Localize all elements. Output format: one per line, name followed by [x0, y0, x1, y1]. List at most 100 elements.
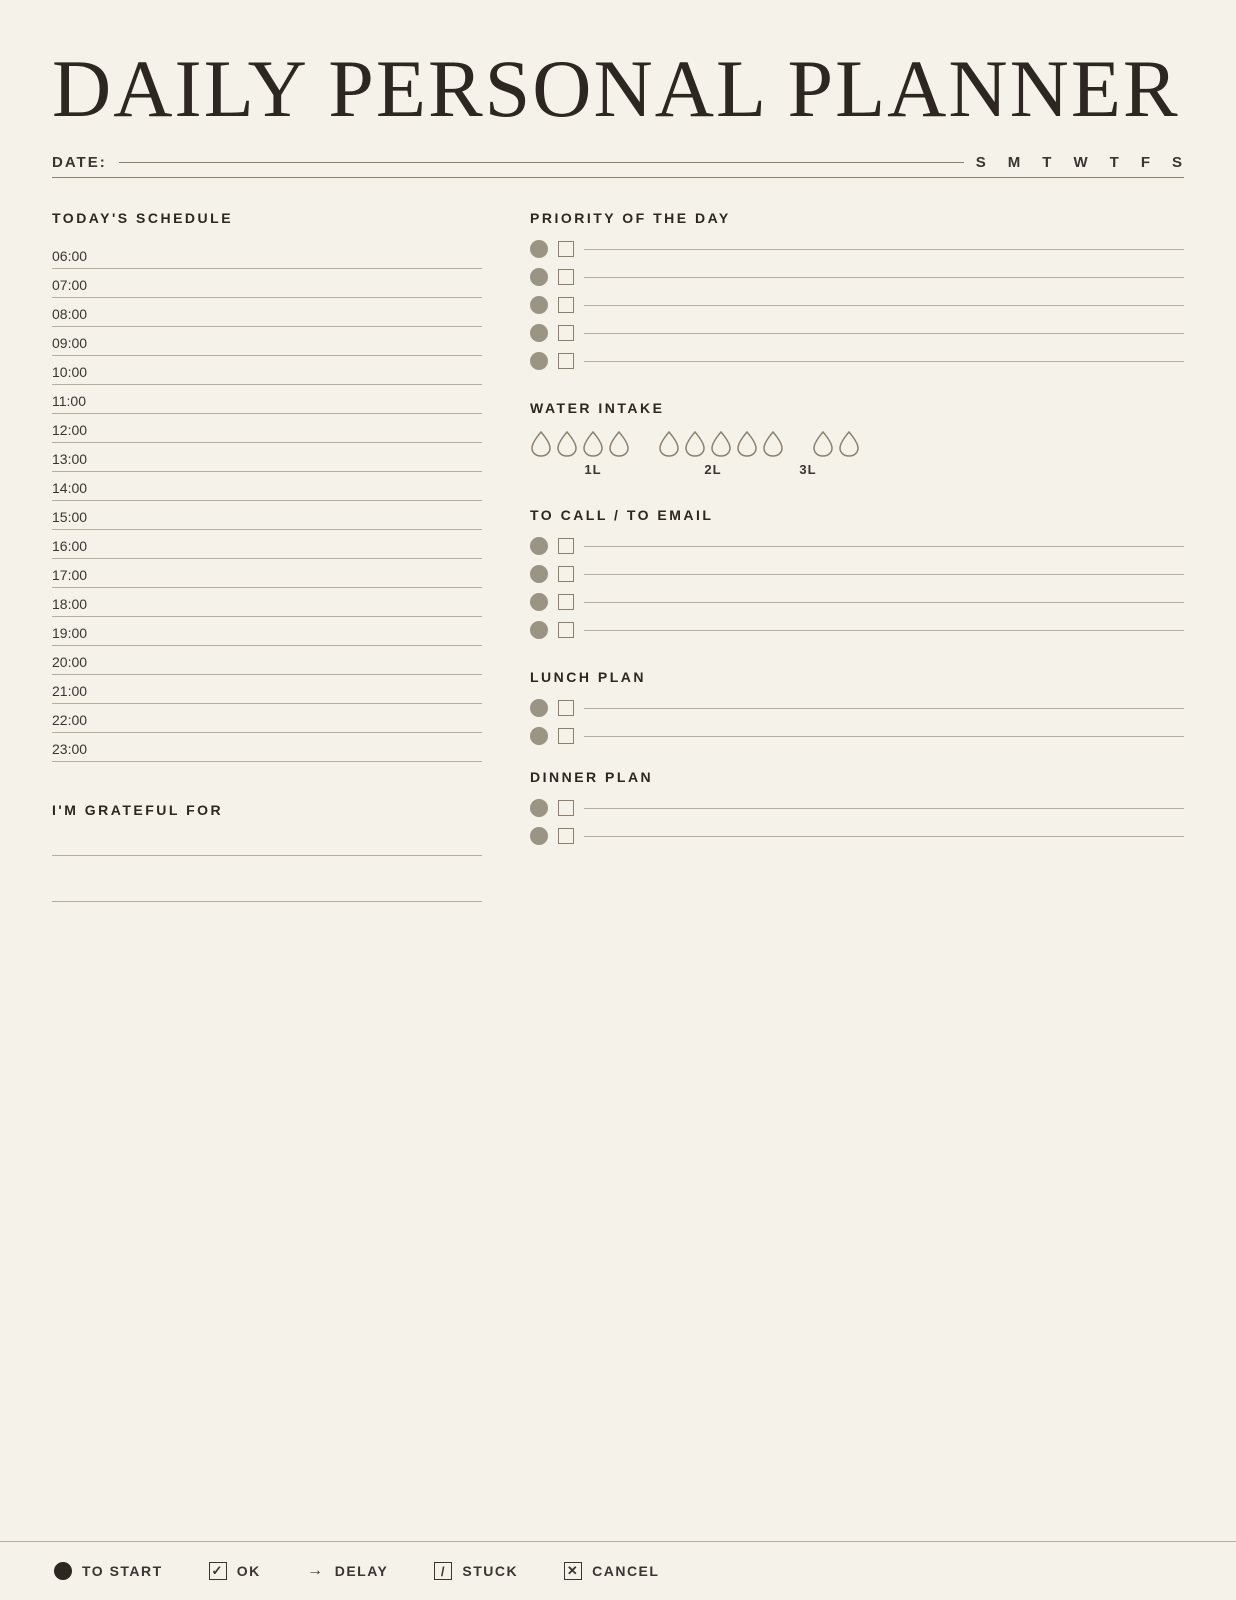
water-drop: [658, 430, 680, 458]
check-row: [530, 727, 1184, 745]
legend-delay: → DELAY: [305, 1560, 389, 1582]
check-row: [530, 799, 1184, 817]
water-drop: [556, 430, 578, 458]
check-row: [530, 827, 1184, 845]
check-row: [530, 699, 1184, 717]
day-label: T: [1110, 154, 1121, 171]
time-label: 17:00: [52, 567, 108, 583]
row-line: [584, 808, 1184, 809]
slash-box-icon: /: [432, 1560, 454, 1582]
water-labels: 1L 2L 3L: [530, 462, 1184, 477]
water-group-3: [812, 430, 860, 458]
time-label: 18:00: [52, 596, 108, 612]
row-checkbox[interactable]: [558, 700, 574, 716]
row-circle: [530, 827, 548, 845]
water-drop: [838, 430, 860, 458]
priority-checkbox[interactable]: [558, 353, 574, 369]
water-drop: [582, 430, 604, 458]
row-line: [584, 602, 1184, 603]
row-circle: [530, 727, 548, 745]
day-label: S: [976, 154, 988, 171]
time-row: 15:00: [52, 501, 482, 530]
time-row: 21:00: [52, 675, 482, 704]
grateful-line-1: [52, 832, 482, 856]
row-line: [584, 836, 1184, 837]
priority-checkbox[interactable]: [558, 241, 574, 257]
priority-line: [584, 305, 1184, 306]
checkmark-box-icon: ✓: [207, 1560, 229, 1582]
check-row: [530, 537, 1184, 555]
priority-checkbox[interactable]: [558, 269, 574, 285]
row-checkbox[interactable]: [558, 538, 574, 554]
time-row: 12:00: [52, 414, 482, 443]
time-label: 23:00: [52, 741, 108, 757]
priority-checkbox[interactable]: [558, 325, 574, 341]
call-list: [530, 537, 1184, 639]
grateful-line-2: [52, 878, 482, 902]
water-title: WATER INTAKE: [530, 400, 1184, 416]
legend-to-start-label: TO START: [82, 1563, 163, 1579]
priority-circle: [530, 352, 548, 370]
time-label: 21:00: [52, 683, 108, 699]
time-row: 18:00: [52, 588, 482, 617]
water-drop: [608, 430, 630, 458]
check-row: [530, 621, 1184, 639]
water-label-3l: 3L: [778, 462, 838, 477]
schedule-section: TODAY'S SCHEDULE 06:0007:0008:0009:0010:…: [52, 210, 482, 762]
time-label: 20:00: [52, 654, 108, 670]
time-row: 08:00: [52, 298, 482, 327]
water-drop: [684, 430, 706, 458]
water-drop: [812, 430, 834, 458]
time-label: 08:00: [52, 306, 108, 322]
row-circle: [530, 537, 548, 555]
day-label: W: [1073, 154, 1089, 171]
day-label: M: [1008, 154, 1023, 171]
water-section: WATER INTAKE 1L 2L 3L: [530, 400, 1184, 477]
row-checkbox[interactable]: [558, 800, 574, 816]
row-checkbox[interactable]: [558, 594, 574, 610]
water-group-2: [658, 430, 784, 458]
dinner-list: [530, 799, 1184, 845]
arrow-icon: →: [305, 1560, 327, 1582]
row-circle: [530, 799, 548, 817]
check-row: [530, 593, 1184, 611]
water-drop: [530, 430, 552, 458]
time-label: 12:00: [52, 422, 108, 438]
time-row: 22:00: [52, 704, 482, 733]
schedule-title: TODAY'S SCHEDULE: [52, 210, 482, 226]
row-line: [584, 708, 1184, 709]
date-label: DATE:: [52, 154, 107, 171]
legend-to-start: TO START: [52, 1560, 163, 1582]
time-row: 07:00: [52, 269, 482, 298]
lunch-list: [530, 699, 1184, 745]
row-checkbox[interactable]: [558, 622, 574, 638]
day-label: S: [1172, 154, 1184, 171]
priority-section: PRIORITY OF THE DAY: [530, 210, 1184, 370]
time-label: 14:00: [52, 480, 108, 496]
day-label: T: [1042, 154, 1053, 171]
row-line: [584, 630, 1184, 631]
row-checkbox[interactable]: [558, 728, 574, 744]
call-title: TO CALL / TO EMAIL: [530, 507, 1184, 523]
legend-cancel: ✕ CANCEL: [562, 1560, 659, 1582]
lunch-title: LUNCH PLAN: [530, 669, 1184, 685]
priority-title: PRIORITY OF THE DAY: [530, 210, 1184, 226]
row-circle: [530, 699, 548, 717]
time-row: 14:00: [52, 472, 482, 501]
grateful-title: I'M GRATEFUL FOR: [52, 802, 482, 818]
time-label: 09:00: [52, 335, 108, 351]
time-label: 11:00: [52, 393, 108, 409]
priority-list: [530, 240, 1184, 370]
priority-row: [530, 296, 1184, 314]
water-drop: [762, 430, 784, 458]
row-checkbox[interactable]: [558, 828, 574, 844]
x-box-icon: ✕: [562, 1560, 584, 1582]
priority-checkbox[interactable]: [558, 297, 574, 313]
time-row: 23:00: [52, 733, 482, 762]
page-title: DAILY PERSONAL PLANNER: [52, 48, 1184, 130]
lunch-section: LUNCH PLAN: [530, 669, 1184, 745]
date-input-line: [119, 162, 964, 163]
row-checkbox[interactable]: [558, 566, 574, 582]
priority-line: [584, 249, 1184, 250]
left-column: TODAY'S SCHEDULE 06:0007:0008:0009:0010:…: [52, 210, 482, 924]
